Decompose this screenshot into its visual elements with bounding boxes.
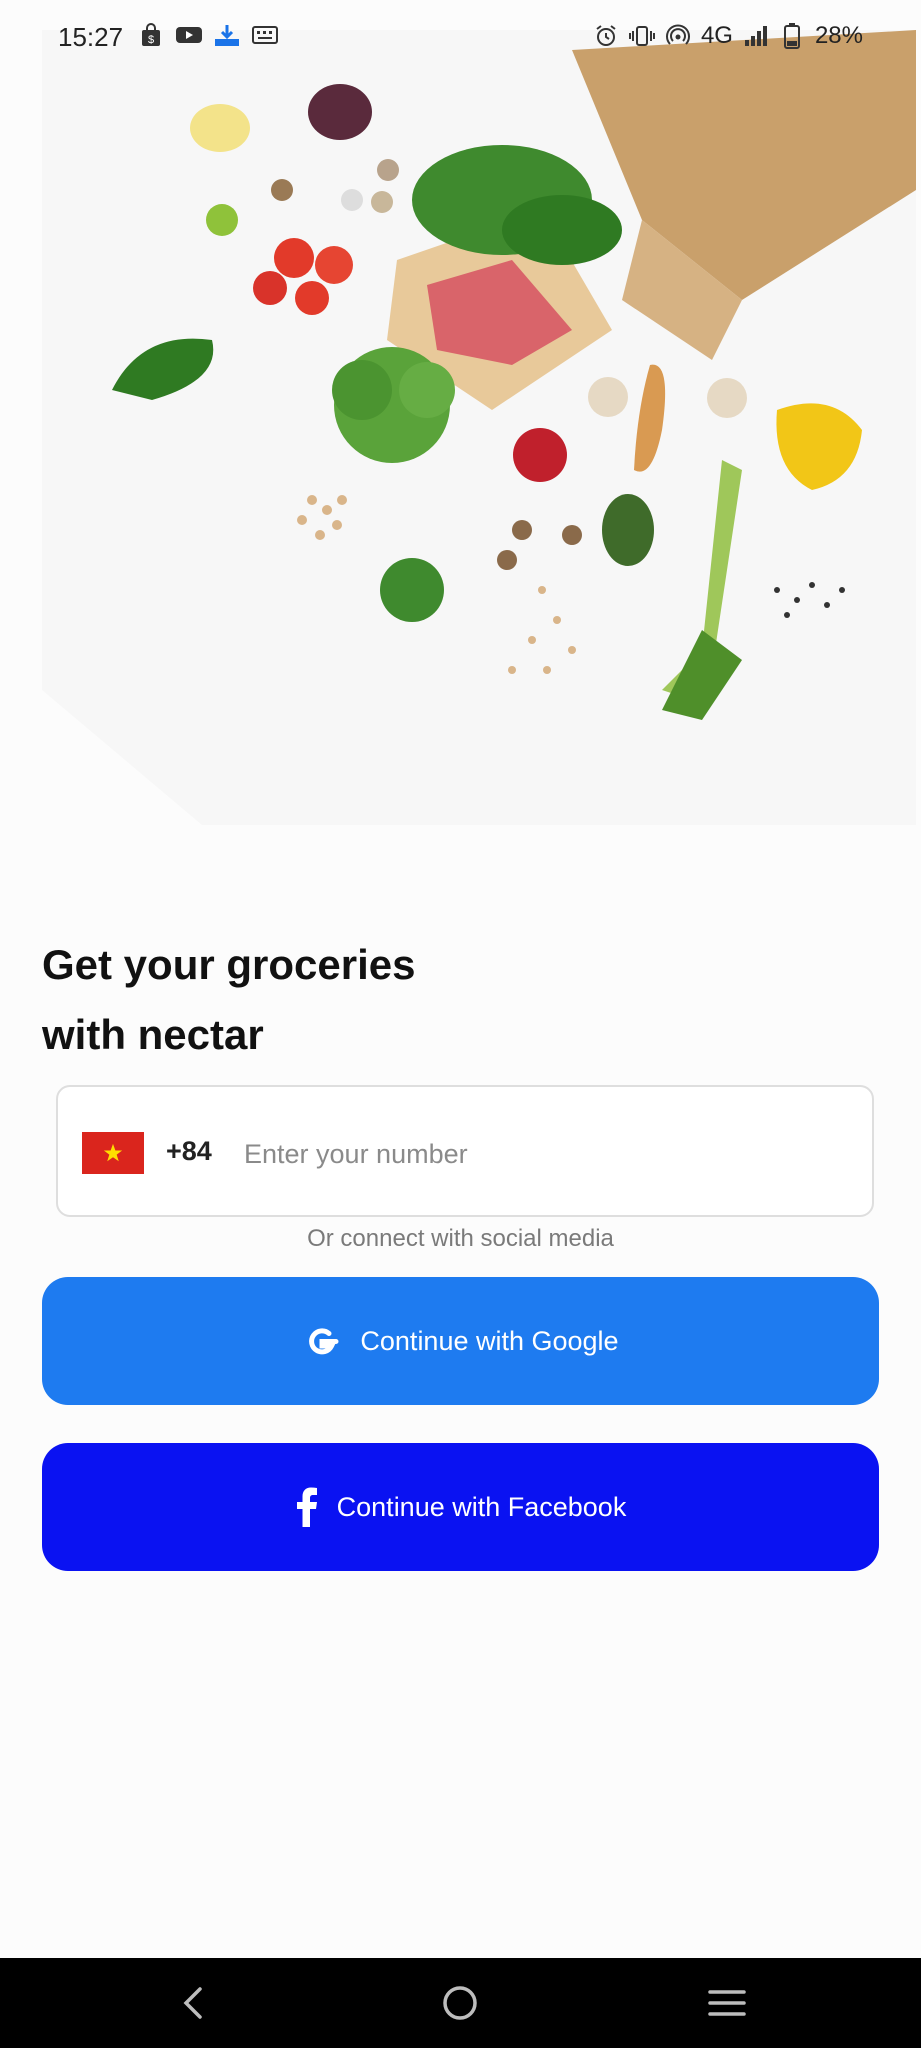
google-button-label: Continue with Google: [360, 1325, 619, 1356]
headline-line-1: Get your groceries: [42, 941, 416, 988]
groceries-illustration: [42, 30, 916, 825]
signal-icon: [743, 23, 769, 49]
back-icon[interactable]: [168, 1978, 218, 2028]
facebook-icon: [295, 1487, 319, 1527]
continue-with-facebook-button[interactable]: Continue with Facebook: [42, 1443, 879, 1571]
status-bar: 15:27 $ 4G 28%: [0, 0, 921, 76]
status-system-icons: 4G 28%: [593, 22, 863, 50]
home-icon[interactable]: [435, 1978, 485, 2028]
country-dial-code[interactable]: +84: [166, 1136, 212, 1167]
social-media-caption: Or connect with social media: [307, 1225, 614, 1252]
vibrate-icon: [628, 23, 655, 49]
hotspot-icon: [665, 23, 691, 49]
network-type: 4G: [700, 22, 733, 49]
menu-icon[interactable]: [702, 1978, 752, 2028]
svg-text:$: $: [148, 34, 154, 46]
continue-with-google-button[interactable]: Continue with Google: [42, 1277, 879, 1405]
vietnam-flag-icon[interactable]: [82, 1132, 144, 1174]
keyboard-icon: [252, 22, 278, 48]
battery-percent: 28%: [814, 22, 863, 49]
phone-number-input[interactable]: [242, 1127, 846, 1181]
youtube-icon: [176, 22, 202, 48]
battery-icon: [779, 23, 805, 49]
groceries-hero-image: [42, 30, 916, 825]
shopping-bag-icon: $: [138, 22, 164, 48]
google-icon: [302, 1321, 342, 1361]
page-title: Get your groceries with nectar: [42, 930, 415, 1070]
status-time: 15:27: [58, 22, 124, 52]
download-icon: [214, 22, 240, 48]
navigation-bar: [0, 1958, 921, 2048]
phone-number-field[interactable]: +84: [56, 1085, 874, 1217]
status-notification-icons: $: [138, 22, 278, 48]
headline-line-2: with nectar: [42, 1011, 264, 1058]
alarm-icon: [593, 23, 619, 49]
facebook-button-label: Continue with Facebook: [336, 1491, 627, 1522]
